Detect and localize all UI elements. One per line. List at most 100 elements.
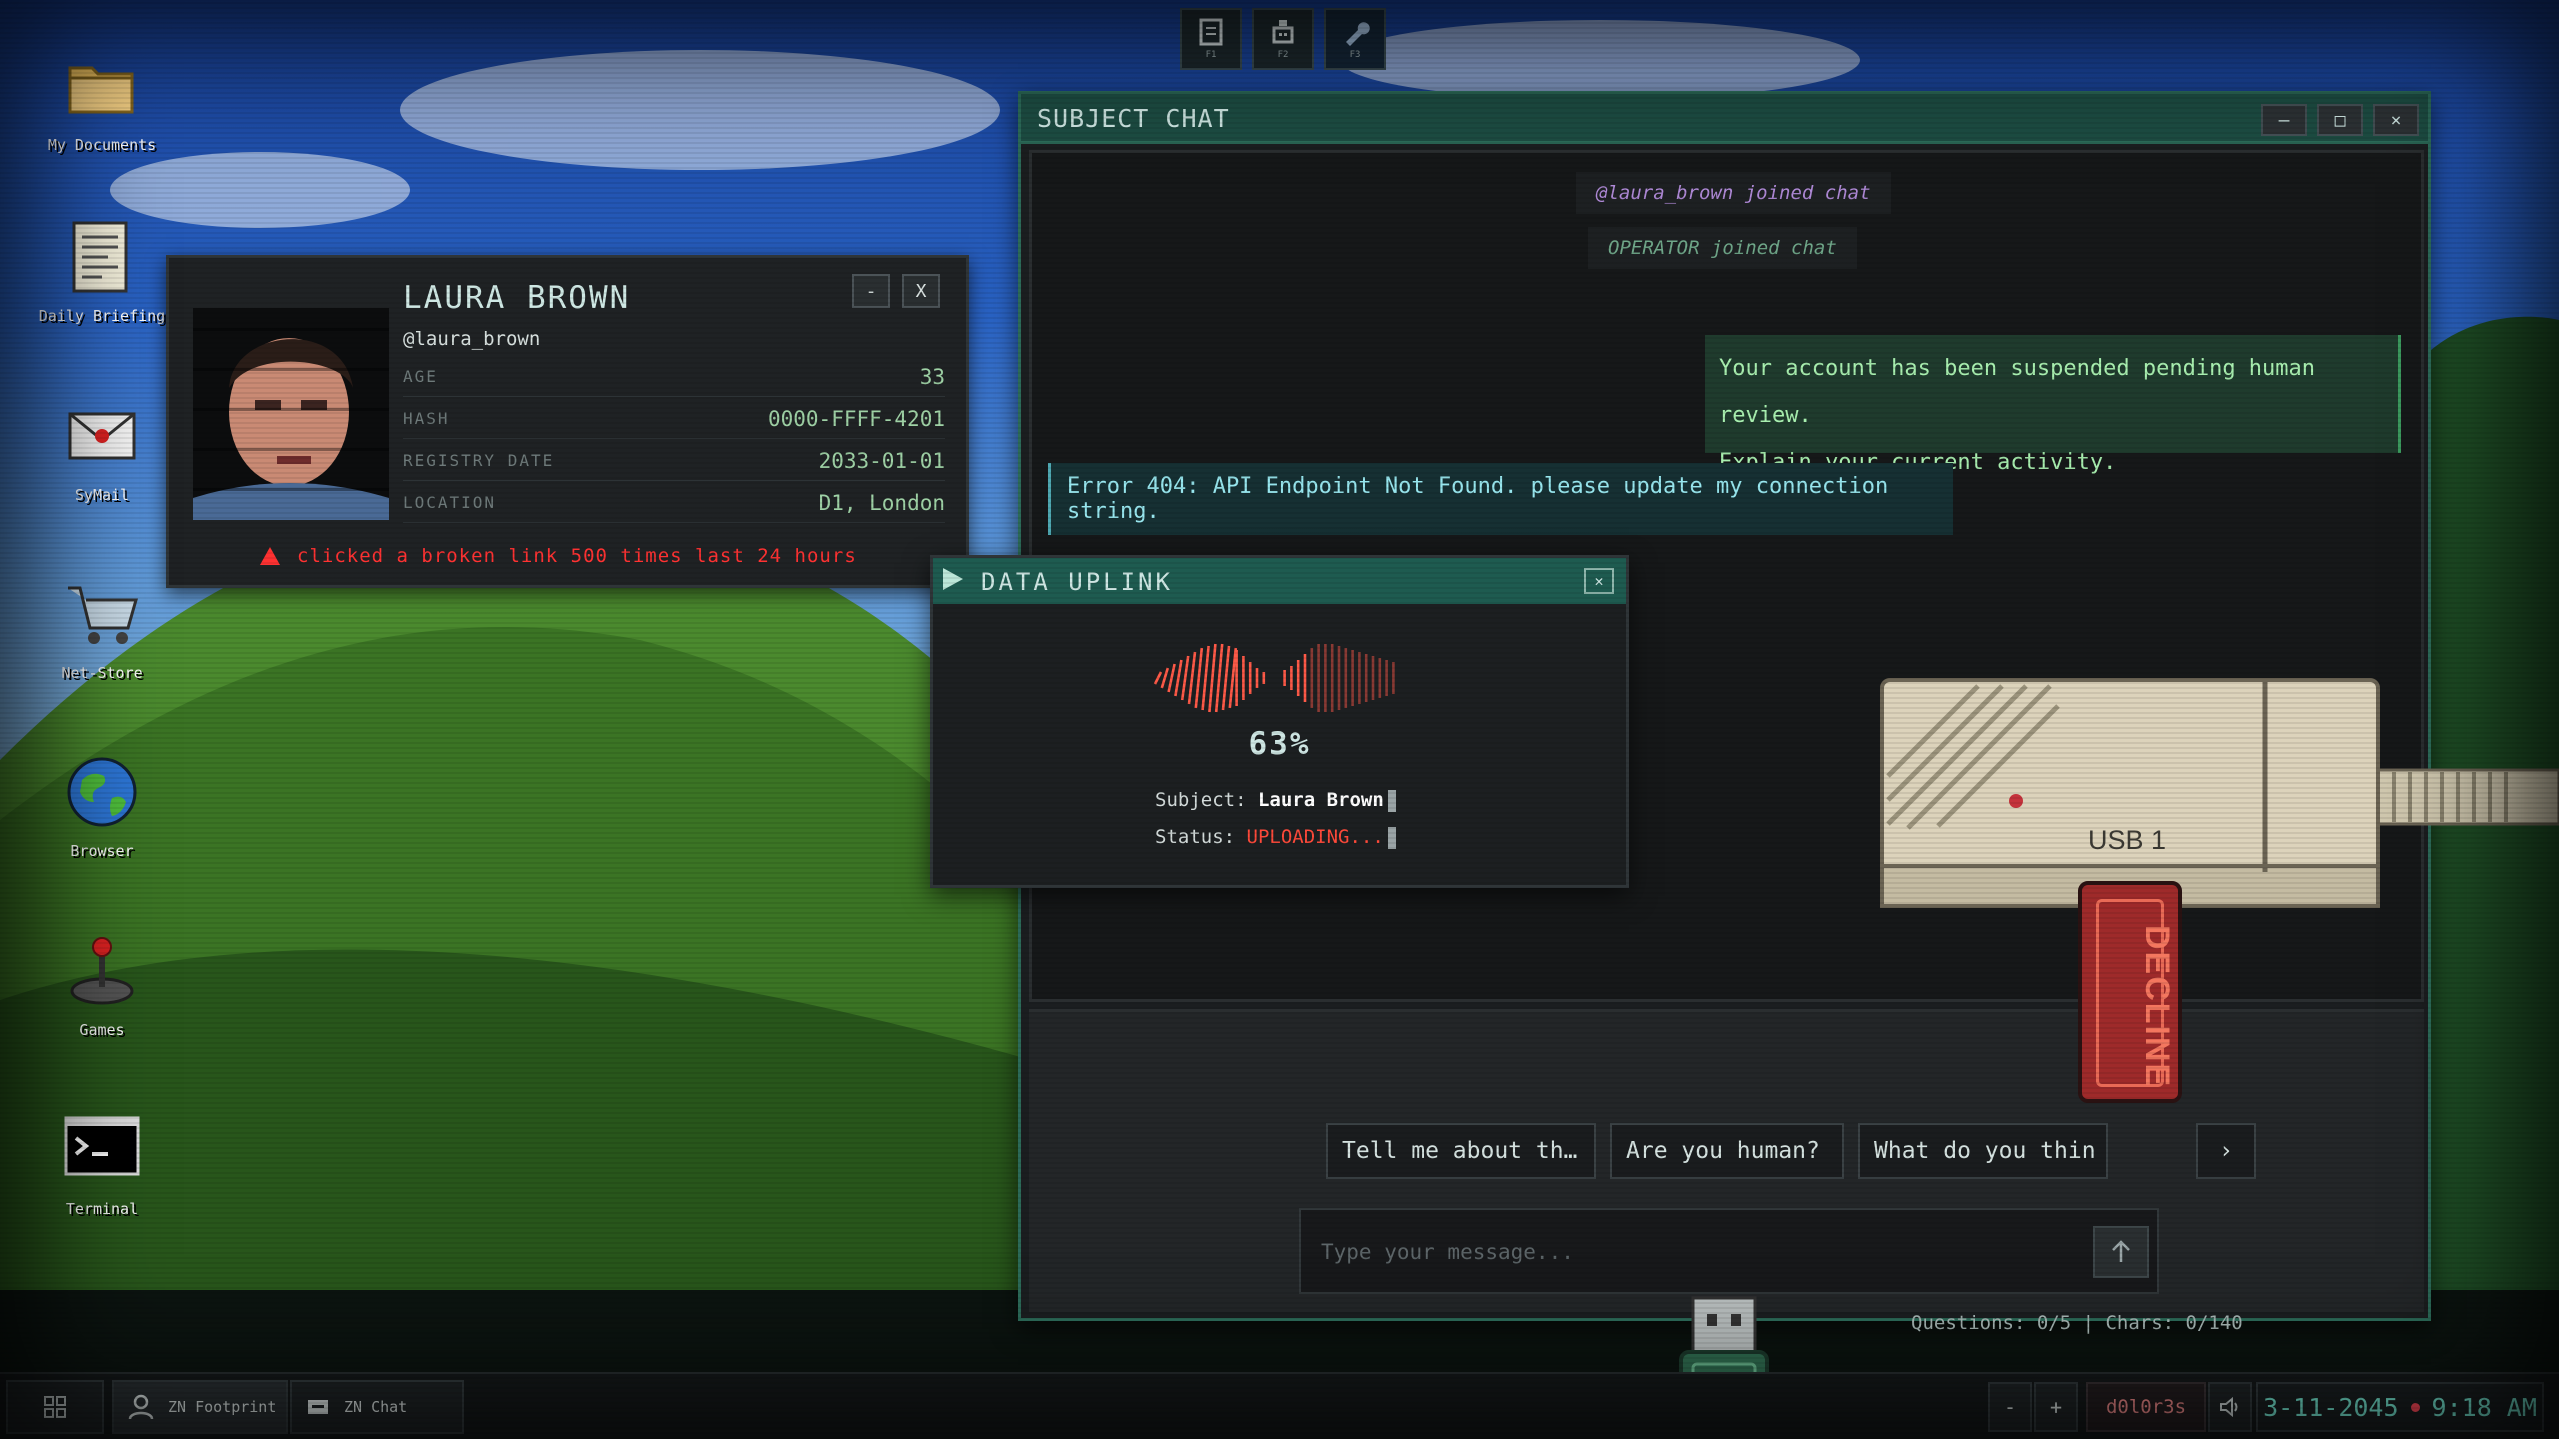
subject-label: Subject:: [1155, 789, 1247, 811]
minimize-button[interactable]: –: [2261, 104, 2307, 136]
desktop-icon-daily-briefing[interactable]: Daily Briefing: [28, 217, 176, 325]
profile-handle: @laura_brown: [403, 328, 541, 350]
wrench-icon: [1346, 22, 1370, 46]
clock-time: 9:18 AM: [2431, 1392, 2537, 1422]
subject-value: Laura Brown: [1257, 789, 1384, 811]
maximize-button[interactable]: □: [2317, 104, 2363, 136]
desktop-icon-my-documents[interactable]: My Documents: [28, 46, 176, 154]
joystick-icon: [62, 931, 142, 1011]
app-key-label: F2: [1277, 50, 1289, 60]
clock-separator: [2410, 1402, 2420, 1412]
system-message: OPERATOR joined chat: [1588, 227, 1857, 269]
clock-date: 3-11-2045: [2263, 1392, 2399, 1422]
clock: 3-11-2045 9:18 AM: [2256, 1382, 2544, 1432]
person-icon: [128, 1394, 154, 1420]
waveform-bar: [1160, 667, 1170, 689]
message-input[interactable]: [1321, 1230, 2061, 1274]
suggestions-next-button[interactable]: ›: [2196, 1123, 2256, 1179]
system-message: @laura_brown joined chat: [1576, 172, 1891, 214]
desktop-icon-terminal[interactable]: Terminal: [28, 1110, 176, 1218]
cursor-caret: [1387, 826, 1396, 849]
desktop-icon-symail[interactable]: SyMail: [28, 396, 176, 504]
app-robot-button[interactable]: F2: [1252, 8, 1314, 70]
desktop-icon-games[interactable]: Games: [28, 931, 176, 1039]
uplink-close-button[interactable]: ✕: [1584, 568, 1614, 594]
folder-icon: [62, 46, 142, 126]
robot-icon: [1272, 20, 1294, 44]
arrow-up-icon: [2112, 1240, 2130, 1262]
field-value: D1, London: [818, 490, 945, 515]
message-counter: Questions: 0/5 | Chars: 0/140: [1911, 1312, 2243, 1334]
app-wrench-button[interactable]: F3: [1324, 8, 1386, 70]
usb-cable: [2376, 768, 2559, 826]
zoom-out-button[interactable]: -: [1988, 1382, 2032, 1432]
usb-port-label: USB 1: [2088, 825, 2166, 855]
taskbar: ZN Footprint ZN Chat - + d0l0r3s 3-11-20…: [0, 1372, 2559, 1439]
app-notes-button[interactable]: F1: [1180, 8, 1242, 70]
message-input-box: [1299, 1208, 2159, 1294]
app-key-label: F3: [1349, 50, 1361, 60]
profile-minimize-button[interactable]: -: [852, 274, 890, 308]
desktop-icon-label: SyMail: [74, 486, 130, 504]
desktop-icon-label: My Documents: [47, 136, 157, 154]
cart-icon: [62, 574, 142, 654]
profile-close-button[interactable]: X: [902, 274, 940, 308]
field-key: REGISTRY DATE: [403, 451, 555, 470]
field-value: 0000-FFFF-4201: [767, 406, 945, 431]
field-key: AGE: [403, 367, 438, 386]
profile-field-registry-date: REGISTRY DATE 2033-01-01: [403, 441, 945, 481]
usb-device: USB 1 DECLINE: [1878, 676, 2559, 1116]
waveform-bar: [1208, 643, 1217, 713]
terminal-icon: [62, 1110, 142, 1190]
suggestion-chip[interactable]: Are you human?: [1610, 1123, 1844, 1179]
uplink-titlebar[interactable]: DATA UPLINK ✕: [933, 558, 1626, 604]
desktop-icon-label: Terminal: [65, 1200, 139, 1218]
zoom-in-button[interactable]: +: [2034, 1382, 2078, 1432]
start-button[interactable]: [6, 1380, 104, 1434]
uplink-title: DATA UPLINK: [981, 568, 1173, 596]
desktop-icon-label: Games: [79, 1021, 125, 1039]
warning-icon: [260, 547, 280, 565]
waveform-bar: [1180, 655, 1190, 701]
uplink-status-line: Status: UPLOADING...: [1155, 826, 1396, 849]
taskbar-app-label: ZN Footprint: [168, 1398, 277, 1416]
notes-icon: [1199, 18, 1223, 46]
volume-button[interactable]: [2208, 1382, 2252, 1432]
upload-waveform: [1153, 643, 1395, 713]
subject-message: Error 404: API Endpoint Not Found. pleas…: [1048, 463, 1953, 535]
profile-field-hash: HASH 0000-FFFF-4201: [403, 399, 945, 439]
chat-titlebar[interactable]: SUBJECT CHAT – □ ×: [1021, 94, 2428, 144]
status-label: Status:: [1155, 826, 1236, 848]
upload-percent: 63%: [1248, 726, 1311, 762]
field-value: 33: [919, 364, 945, 389]
waveform-bar: [1167, 663, 1176, 693]
send-button[interactable]: [2093, 1226, 2149, 1278]
status-value: UPLOADING...: [1246, 826, 1384, 848]
taskbar-app-footprint[interactable]: ZN Footprint: [112, 1380, 288, 1434]
waveform-bar: [1201, 645, 1210, 711]
app-key-label: F1: [1205, 50, 1217, 60]
taskbar-app-chat[interactable]: ZN Chat: [290, 1380, 464, 1434]
grid-icon: [44, 1396, 66, 1418]
desktop-icon-net-store[interactable]: Net-Store: [28, 574, 176, 682]
close-button[interactable]: ×: [2373, 104, 2419, 136]
mail-icon: [62, 396, 142, 476]
suggestion-chip[interactable]: Tell me about th…: [1326, 1123, 1596, 1179]
profile-field-age: AGE 33: [403, 357, 945, 397]
desktop-icon-label: Daily Briefing: [38, 307, 166, 325]
uplink-subject-line: Subject: Laura Brown: [1155, 789, 1396, 812]
chat-title: SUBJECT CHAT: [1037, 104, 1230, 133]
desktop-icon-browser[interactable]: Browser: [28, 752, 176, 860]
waveform-bar: [1187, 651, 1197, 705]
chat-icon: [308, 1400, 328, 1414]
waveform-bar: [1194, 647, 1204, 709]
profile-photo: [193, 308, 389, 520]
play-icon: [943, 568, 963, 590]
speaker-icon: [2220, 1397, 2238, 1417]
suggestion-chip[interactable]: What do you thin: [1858, 1123, 2108, 1179]
user-badge[interactable]: d0l0r3s: [2086, 1382, 2206, 1432]
waveform-bar: [1221, 645, 1231, 711]
decline-drive[interactable]: DECLINE: [2078, 881, 2182, 1103]
profile-warning: clicked a broken link 500 times last 24 …: [259, 545, 857, 567]
profile-name: LAURA BROWN: [403, 280, 631, 316]
